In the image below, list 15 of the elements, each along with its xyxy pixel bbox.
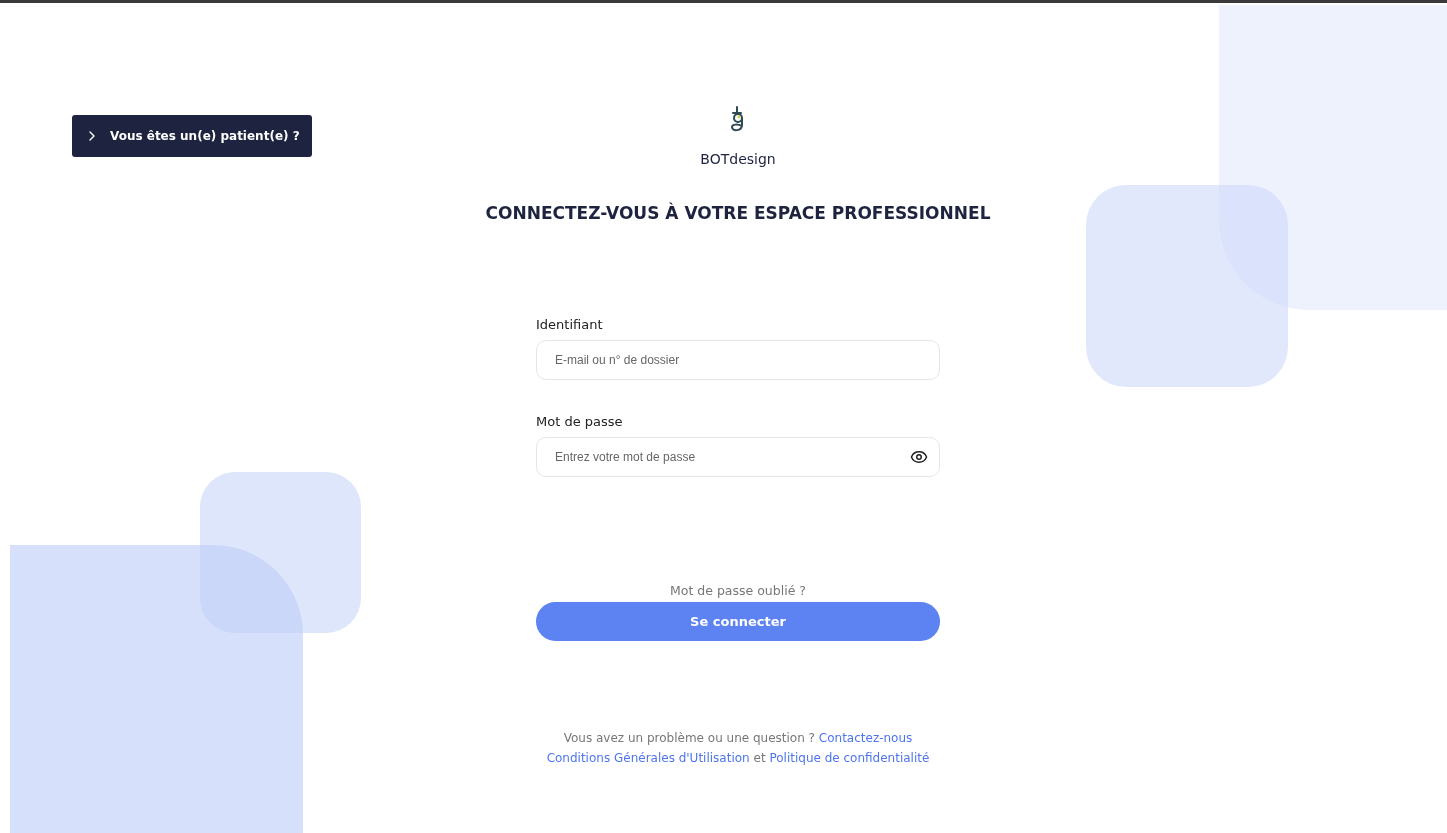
footer-text: Conditions Générales d'Utilisation et Politique de confidentialité [546, 750, 930, 767]
page-heading: CONNECTEZ-VOUS À VOTRE ESPACE PROFESSIONNEL [485, 203, 991, 223]
patient-button[interactable]: Vous êtes un(e) patient(e) ? [72, 115, 312, 157]
footer-text: Vous avez un problème ou une question ? Contactez-nous [563, 730, 913, 747]
footer-link[interactable]: Politique de confidentialité [769, 751, 930, 765]
password-field[interactable]: Entrez votre mot de passe [536, 437, 940, 477]
brand-name: BOTdesign [700, 151, 776, 167]
login-button[interactable]: Se connecter [536, 602, 940, 641]
input-field[interactable]: E-mail ou n° de dossier [536, 340, 940, 380]
field-label: Mot de passe [536, 414, 624, 429]
eye-icon[interactable] [910, 448, 928, 466]
footer-link[interactable]: Conditions Générales d'Utilisation [546, 751, 750, 765]
footer-link[interactable]: Contactez-nous [818, 731, 913, 745]
forgot-password-link[interactable]: Mot de passe oublié ? [670, 583, 806, 598]
field-label: Identifiant [536, 317, 604, 332]
